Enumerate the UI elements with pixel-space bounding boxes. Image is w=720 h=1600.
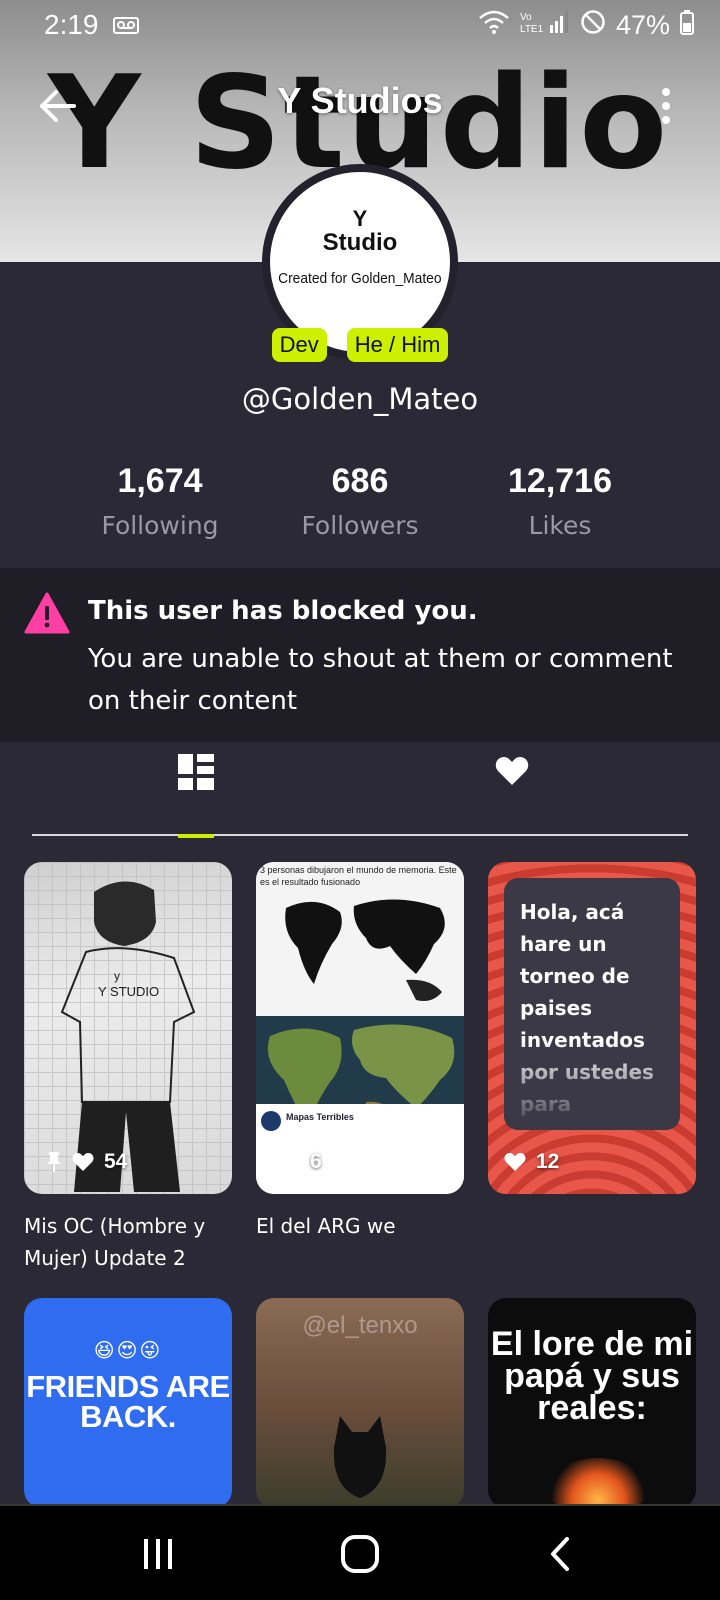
status-bar: 2:19 Vo LTE1 47% [0,0,720,50]
post-card[interactable]: 😆😍😜 FRIENDS ARE BACK. [24,1298,232,1508]
post-card[interactable]: y Y STUDIO 54 [24,862,232,1194]
card-stats: 12 [504,1150,559,1174]
stat-label: Likes [528,511,592,540]
more-options-icon[interactable] [656,84,676,128]
profile-screen: Y Studio 2:19 Vo LTE1 47% Y Studios Y St… [0,0,720,1600]
svg-text:Y STUDIO: Y STUDIO [98,984,159,999]
chevron-left-icon [551,1537,569,1571]
heart-icon [278,1152,300,1172]
post-title[interactable]: Mis OC (Hombre y Mujer) Update 2 [24,1210,238,1274]
stat-value: 1,674 [117,462,203,500]
badge-role: Dev [271,328,327,362]
preview-fade [504,1040,680,1130]
system-nav-bar [0,1504,720,1600]
recent-apps-icon [144,1539,172,1569]
grid-layout-icon [178,754,214,790]
blocked-notice: This user has blocked you. You are unabl… [0,568,720,742]
pin-icon [47,1152,61,1172]
home-icon [341,1535,379,1573]
stat-followers[interactable]: 686 Followers [260,462,460,540]
like-count: 54 [104,1150,128,1173]
profile-tabs [32,742,688,838]
like-count: 12 [536,1150,560,1173]
batman-figure-image [333,1416,387,1498]
post-card[interactable]: Hola, acá hare un torneo de paises inven… [488,862,696,1194]
card-image-comments: Mapas Terribles [256,1104,464,1194]
voicemail-icon [112,15,139,35]
card-image-top: 3 personas dibujaron el mundo de memoria… [256,862,464,1016]
notice-title: This user has blocked you. [88,596,478,626]
avatar-icon [261,1111,281,1131]
battery-percent: 47% [615,9,670,40]
stat-value: 686 [331,462,389,500]
stat-likes[interactable]: 12,716 Likes [460,462,660,540]
lte-signal-icon: Vo LTE1 [520,9,570,42]
profile-badges: Dev He / Him [0,328,720,362]
post-title[interactable]: El del ARG we [256,1210,470,1242]
world-map-image [285,899,445,1001]
notice-body: You are unable to shout at them or comme… [88,644,673,716]
card-image-text: FRIENDS ARE BACK. [26,1369,230,1434]
fire-image [548,1458,648,1508]
post-card[interactable]: 3 personas dibujaron el mundo de memoria… [256,862,464,1194]
home-button[interactable] [330,1530,390,1578]
svg-text:y: y [114,969,120,983]
username: @Golden_Mateo [241,382,479,416]
recent-apps-button[interactable] [128,1530,188,1578]
app-header: Y Studios [0,66,720,146]
do-not-disturb-icon [580,9,606,42]
heart-icon [495,757,529,785]
status-time: 2:19 [44,9,99,40]
heart-icon [72,1152,94,1172]
card-image-caption: 3 personas dibujaron el mundo de memoria… [260,865,457,887]
stat-value: 12,716 [508,462,612,500]
avatar-text-studio: Studio [322,229,398,256]
page-title: Y Studios [277,80,443,121]
avatar-text-y: Y [352,206,368,231]
card-stats: 6 [278,1150,322,1174]
back-button[interactable] [530,1530,590,1578]
tab-posts[interactable] [32,742,360,838]
card-image-text: El lore de mi papá y sus reales: [490,1325,694,1427]
card-image-handle: Mapas Terribles [286,1112,354,1122]
heart-icon [504,1152,526,1172]
battery-icon [680,9,694,42]
wifi-icon [478,10,510,41]
post-card[interactable]: El lore de mi papá y sus reales: [488,1298,696,1508]
tab-likes[interactable] [360,742,688,836]
card-image-drawing: y Y STUDIO [60,881,196,1192]
svg-text:Vo: Vo [520,12,532,23]
stat-label: Followers [301,511,419,540]
stat-following[interactable]: 1,674 Following [60,462,260,540]
svg-text:LTE1: LTE1 [520,24,544,35]
active-tab-indicator [178,834,214,838]
badge-pronouns: He / Him [346,328,449,362]
stat-label: Following [101,511,219,540]
card-stats: 54 [46,1150,127,1174]
text-post-preview: Hola, acá hare un torneo de paises inven… [504,878,680,1130]
warning-icon [24,592,70,634]
like-count: 6 [310,1150,322,1173]
emoji-row: 😆😍😜 [93,1338,163,1362]
avatar-text-created: Created for Golden_Mateo [278,270,442,288]
post-card[interactable]: @el_tenxo [256,1298,464,1508]
status-icons: Vo LTE1 47% [478,9,694,42]
